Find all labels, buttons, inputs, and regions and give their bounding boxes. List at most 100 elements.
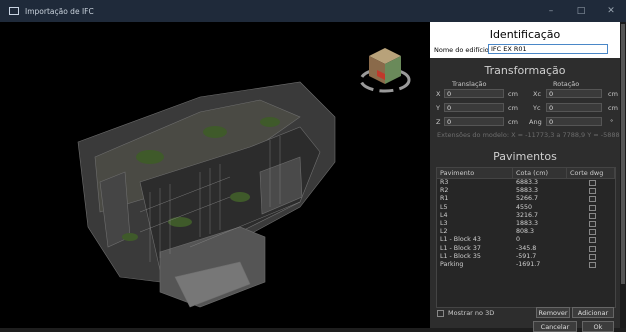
minimize-button[interactable]: – — [536, 0, 566, 22]
floor-name: L1 - Block 43 — [440, 236, 481, 244]
rotation-yc-unit: cm — [608, 104, 618, 112]
corte-dwg-checkbox[interactable] — [589, 237, 596, 244]
translation-x-unit: cm — [508, 90, 518, 98]
window-title: Importação de IFC — [25, 6, 94, 16]
app-icon — [9, 7, 19, 15]
rotation-yc-label: Yc — [533, 104, 541, 112]
floor-name: R1 — [440, 195, 449, 203]
corte-dwg-cell — [567, 253, 615, 261]
translation-z-unit: cm — [508, 118, 518, 126]
remover-button[interactable]: Remover — [536, 307, 570, 318]
floor-name: L3 — [440, 219, 448, 227]
corte-dwg-checkbox[interactable] — [589, 204, 596, 211]
show-in-3d-label: Mostrar no 3D — [448, 309, 495, 317]
identification-heading: Identificação — [489, 28, 561, 41]
table-row[interactable]: L1 - Block 37 -345.8 — [437, 245, 615, 253]
floor-cota: 808.3 — [516, 228, 535, 236]
corte-dwg-checkbox[interactable] — [589, 261, 596, 268]
building-name-label: Nome do edifício — [434, 46, 489, 54]
table-row[interactable]: L1 - Block 43 0 — [437, 236, 615, 244]
identification-section: Identificação Nome do edifício — [430, 22, 620, 58]
floor-name: R2 — [440, 187, 449, 195]
table-row[interactable]: R3 6883.3 — [437, 179, 615, 187]
3d-viewport[interactable] — [0, 22, 430, 328]
floor-name: Parking — [440, 260, 464, 268]
floors-table: Pavimento Cota (cm) Corte dwg R3 6883.3 R2… — [436, 167, 616, 308]
corte-dwg-checkbox[interactable] — [589, 229, 596, 236]
show-in-3d-checkbox[interactable] — [437, 310, 444, 317]
translation-y-input[interactable]: 0 — [444, 103, 504, 112]
rotation-yc-input[interactable]: 0 — [546, 103, 602, 112]
corte-dwg-checkbox[interactable] — [589, 188, 596, 195]
corte-dwg-cell — [567, 228, 615, 236]
view-cube-icon[interactable] — [355, 40, 415, 100]
corte-dwg-cell — [567, 245, 615, 253]
translation-label: Translação — [452, 80, 487, 88]
scrollbar-thumb[interactable] — [621, 24, 625, 284]
floor-cota: 1883.3 — [516, 219, 539, 227]
model-extents-text: Extensões do modelo: X = -11773,3 a 7788… — [437, 131, 626, 139]
floor-cota: -345.8 — [516, 244, 537, 252]
corte-dwg-cell — [567, 261, 615, 269]
corte-dwg-cell — [567, 236, 615, 244]
corte-dwg-cell — [567, 187, 615, 195]
floor-name: L2 — [440, 228, 448, 236]
col-pavimento[interactable]: Pavimento — [437, 168, 513, 178]
floor-cota: 5883.3 — [516, 187, 539, 195]
floor-name: L4 — [440, 211, 448, 219]
table-row[interactable]: L3 1883.3 — [437, 220, 615, 228]
axis-z-label: Z — [436, 118, 441, 126]
floor-cota: 5266.7 — [516, 195, 539, 203]
axis-x-label: X — [436, 90, 441, 98]
corte-dwg-cell — [567, 179, 615, 187]
corte-dwg-checkbox[interactable] — [589, 245, 596, 252]
floor-cota: 6883.3 — [516, 179, 539, 186]
translation-z-input[interactable]: 0 — [444, 117, 504, 126]
corte-dwg-cell — [567, 212, 615, 220]
floor-name: R3 — [440, 179, 449, 186]
corte-dwg-cell — [567, 195, 615, 203]
table-row[interactable]: L4 3216.7 — [437, 212, 615, 220]
corte-dwg-checkbox[interactable] — [589, 196, 596, 203]
building-name-input[interactable] — [488, 44, 608, 54]
col-corte-dwg[interactable]: Corte dwg — [567, 168, 615, 178]
corte-dwg-checkbox[interactable] — [589, 253, 596, 260]
corte-dwg-checkbox[interactable] — [589, 220, 596, 227]
translation-x-input[interactable]: 0 — [444, 89, 504, 98]
corte-dwg-checkbox[interactable] — [589, 212, 596, 219]
rotation-ang-unit: ° — [610, 118, 614, 126]
title-bar: Importação de IFC – □ ✕ — [0, 0, 626, 22]
axis-y-label: Y — [436, 104, 440, 112]
properties-panel: Identificação Nome do edifício Transform… — [430, 22, 626, 332]
floor-cota: 4550 — [516, 203, 533, 211]
corte-dwg-cell — [567, 220, 615, 228]
cancelar-button[interactable]: Cancelar — [533, 321, 577, 332]
corte-dwg-checkbox[interactable] — [589, 180, 596, 186]
floor-name: L1 - Block 35 — [440, 252, 481, 260]
transformation-heading: Transformação — [484, 64, 566, 77]
table-row[interactable]: L2 808.3 — [437, 228, 615, 236]
rotation-ang-label: Ang — [529, 118, 542, 126]
corte-dwg-cell — [567, 204, 615, 212]
table-row[interactable]: R1 5266.7 — [437, 195, 615, 203]
floor-name: L5 — [440, 203, 448, 211]
floor-cota: -591.7 — [516, 252, 537, 260]
translation-y-unit: cm — [508, 104, 518, 112]
col-cota[interactable]: Cota (cm) — [513, 168, 567, 178]
floors-table-header: Pavimento Cota (cm) Corte dwg — [437, 168, 615, 179]
maximize-button[interactable]: □ — [566, 0, 596, 22]
floor-cota: -1691.7 — [516, 260, 541, 268]
table-row[interactable]: L1 - Block 35 -591.7 — [437, 253, 615, 261]
adicionar-button[interactable]: Adicionar — [572, 307, 614, 318]
table-row[interactable]: L5 4550 — [437, 204, 615, 212]
table-row[interactable]: R2 5883.3 — [437, 187, 615, 195]
panel-scrollbar[interactable] — [620, 22, 626, 328]
rotation-ang-input[interactable]: 0 — [546, 117, 602, 126]
floor-cota: 0 — [516, 236, 521, 244]
close-button[interactable]: ✕ — [596, 0, 626, 22]
ok-button[interactable]: Ok — [582, 321, 614, 332]
floors-heading: Pavimentos — [493, 150, 557, 163]
table-row[interactable]: Parking -1691.7 — [437, 261, 615, 269]
floor-name: L1 - Block 37 — [440, 244, 481, 252]
rotation-xc-input[interactable]: 0 — [546, 89, 602, 98]
